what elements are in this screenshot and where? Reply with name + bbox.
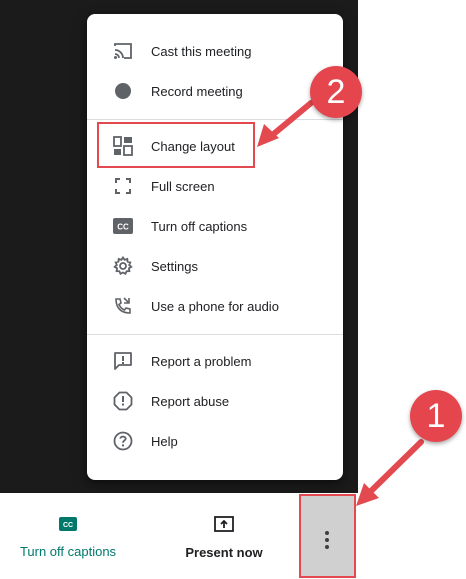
- change-layout-highlight: [97, 122, 255, 168]
- present-button-label: Present now: [185, 545, 263, 560]
- menu-item-report-problem[interactable]: Report a problem: [87, 341, 343, 381]
- menu-item-report-abuse[interactable]: Report abuse: [87, 381, 343, 421]
- record-icon: [111, 79, 135, 103]
- turn-off-captions-button[interactable]: CC Turn off captions: [8, 517, 128, 559]
- menu-item-label: Settings: [151, 258, 198, 274]
- svg-text:CC: CC: [117, 223, 129, 232]
- menu-item-phone-audio[interactable]: Use a phone for audio: [87, 286, 343, 326]
- step-1-badge: 1: [410, 390, 462, 442]
- menu-divider: [87, 334, 343, 335]
- report-abuse-icon: [111, 389, 135, 413]
- more-options-menu: Cast this meeting Record meeting Change …: [87, 14, 343, 480]
- menu-item-turn-off-captions[interactable]: CC Turn off captions: [87, 206, 343, 246]
- menu-item-label: Help: [151, 433, 178, 449]
- report-problem-icon: [111, 349, 135, 373]
- present-screen-icon: [214, 516, 234, 537]
- menu-item-label: Use a phone for audio: [151, 298, 279, 314]
- menu-item-settings[interactable]: Settings: [87, 246, 343, 286]
- menu-item-label: Full screen: [151, 178, 215, 194]
- step-2-badge: 2: [310, 66, 362, 118]
- menu-item-label: Cast this meeting: [151, 43, 252, 59]
- menu-item-cast-meeting[interactable]: Cast this meeting: [87, 31, 343, 71]
- svg-text:CC: CC: [63, 522, 73, 529]
- captions-icon: CC: [111, 214, 135, 238]
- menu-item-help[interactable]: Help: [87, 421, 343, 461]
- help-icon: [111, 429, 135, 453]
- menu-item-label: Report a problem: [151, 353, 252, 369]
- cast-icon: [111, 39, 135, 63]
- captions-icon: CC: [59, 517, 77, 536]
- gear-icon: [111, 254, 135, 278]
- meeting-bottom-bar: CC Turn off captions Present now: [0, 493, 466, 579]
- menu-item-label: Record meeting: [151, 83, 243, 99]
- captions-button-label: Turn off captions: [19, 544, 117, 559]
- menu-item-record-meeting[interactable]: Record meeting: [87, 71, 343, 111]
- fullscreen-icon: [111, 174, 135, 198]
- more-options-highlight: [299, 494, 356, 578]
- menu-divider: [87, 119, 343, 120]
- menu-item-label: Report abuse: [151, 393, 230, 409]
- menu-item-label: Turn off captions: [151, 218, 248, 234]
- phone-audio-icon: [111, 294, 135, 318]
- menu-item-full-screen[interactable]: Full screen: [87, 166, 343, 206]
- present-now-button[interactable]: Present now: [174, 516, 274, 560]
